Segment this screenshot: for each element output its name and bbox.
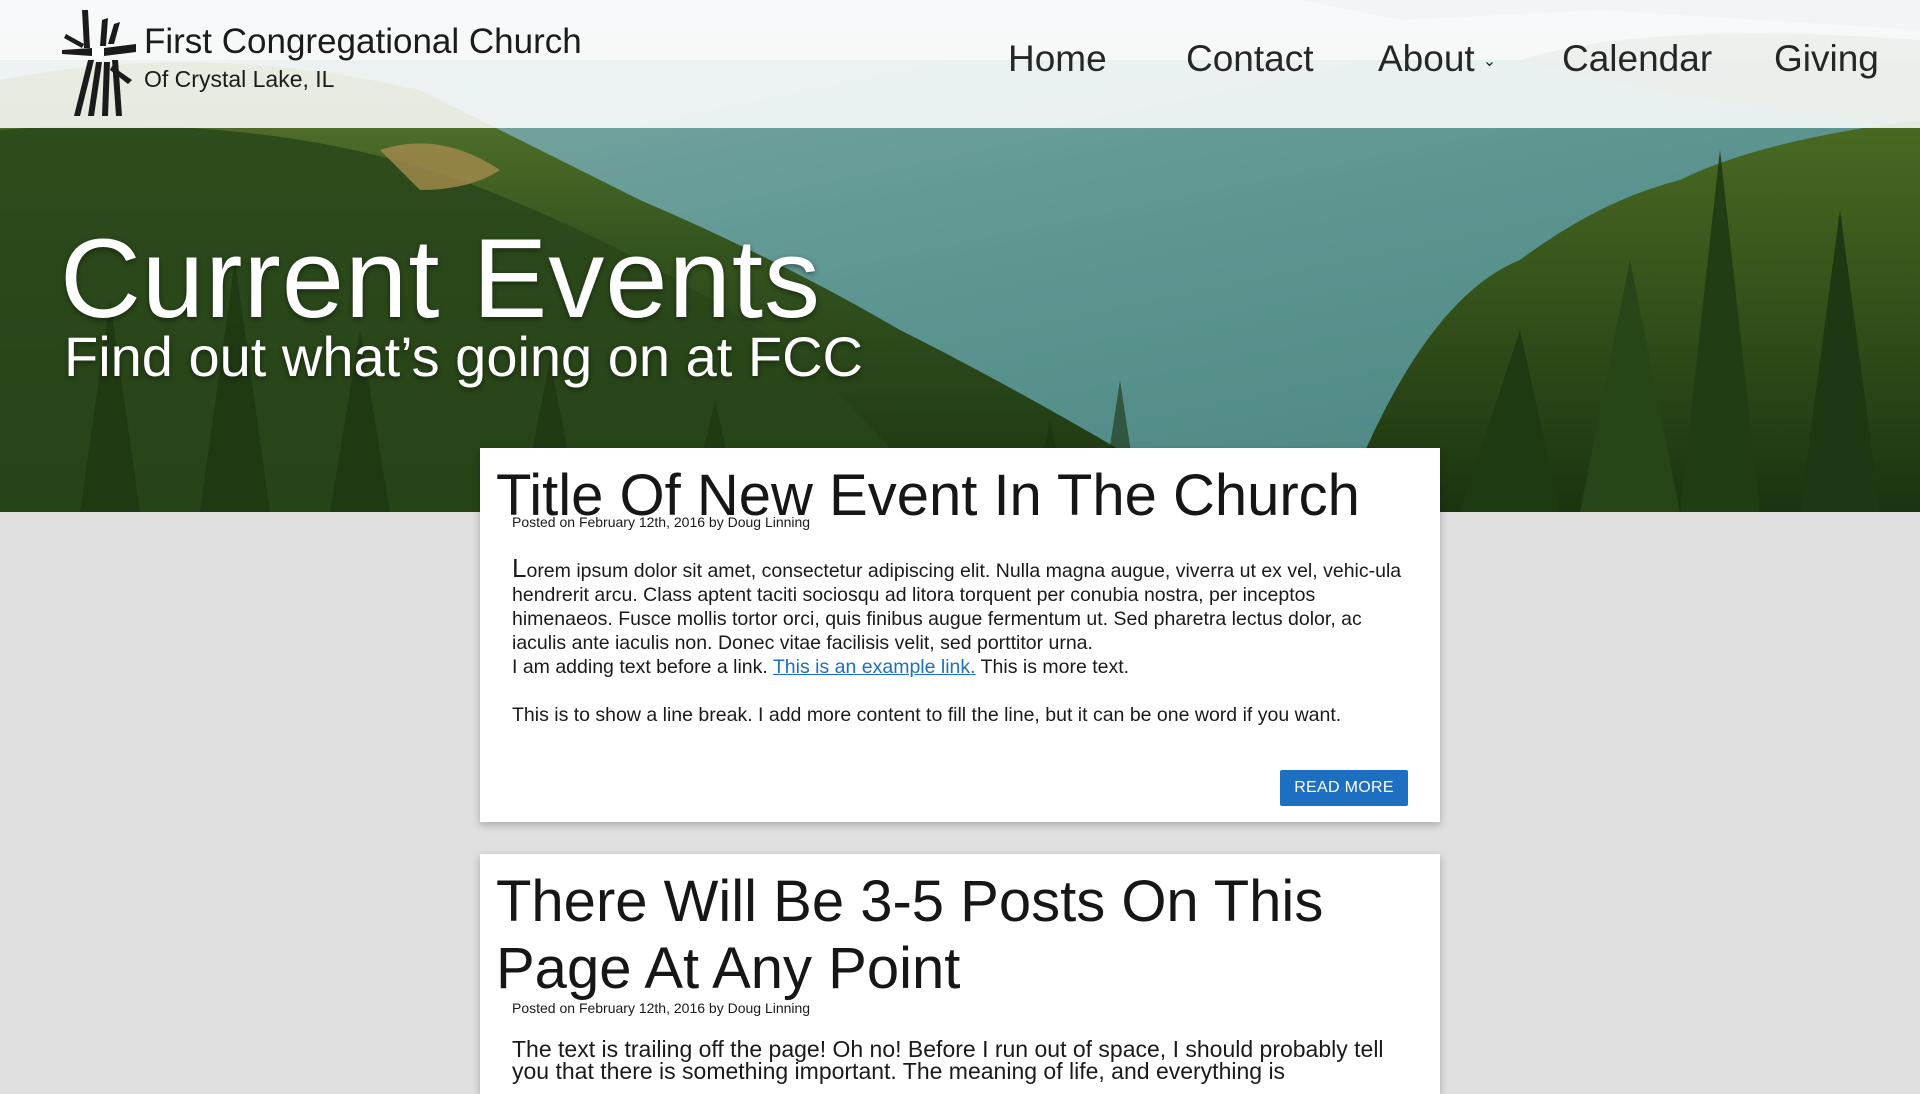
nav-item-label: About [1378,38,1475,79]
nav-item-contact[interactable]: Contact [1186,38,1314,80]
nav-item-giving[interactable]: Giving [1774,38,1879,80]
example-link[interactable]: This is an example link. [773,656,976,678]
nav-item-label: Contact [1186,38,1314,79]
nav-item-about[interactable]: About ⌄ [1378,38,1496,80]
post-card: There Will Be 3-5 Posts On This Page At … [480,854,1440,1094]
post-paragraph: Lorem ipsum dolor sit amet, consectetur … [512,553,1412,655]
nav-item-home[interactable]: Home [1008,38,1107,80]
post-card: Title Of New Event In The Church Posted … [480,448,1440,822]
dropcap: L [512,553,527,583]
main-nav: Home Contact About ⌄ Calendar Giving [0,38,1920,88]
post-meta: Posted on February 12th, 2016 by Doug Li… [512,1000,811,1016]
post-paragraph: This is to show a line break. I add more… [512,704,1342,726]
post-body: The text is trailing off the page! Oh no… [512,1036,1412,1084]
post-text: I am adding text before a link. [512,656,773,678]
post-paragraph: I am adding text before a link. This is … [512,655,1412,679]
post-meta: Posted on February 12th, 2016 by Doug Li… [512,514,811,530]
site-header: First Congregational Church Of Crystal L… [0,0,1920,128]
nav-item-calendar[interactable]: Calendar [1562,38,1712,80]
post-text: This is more text. [975,656,1130,678]
page-subtitle: Find out what’s going on at FCC [64,325,863,388]
nav-item-label: Giving [1774,38,1879,79]
chevron-down-icon[interactable]: ⌄ [1483,51,1496,71]
nav-item-label: Home [1008,38,1107,79]
post-paragraph: The text is trailing off the page! Oh no… [512,1036,1384,1084]
post-title[interactable]: There Will Be 3-5 Posts On This Page At … [496,868,1396,1002]
post-text: orem ipsum dolor sit amet, consectetur a… [512,560,1402,654]
nav-item-label: Calendar [1562,38,1713,79]
post-body: Lorem ipsum dolor sit amet, consectetur … [512,553,1412,727]
read-more-button[interactable]: READ MORE [1280,770,1408,806]
